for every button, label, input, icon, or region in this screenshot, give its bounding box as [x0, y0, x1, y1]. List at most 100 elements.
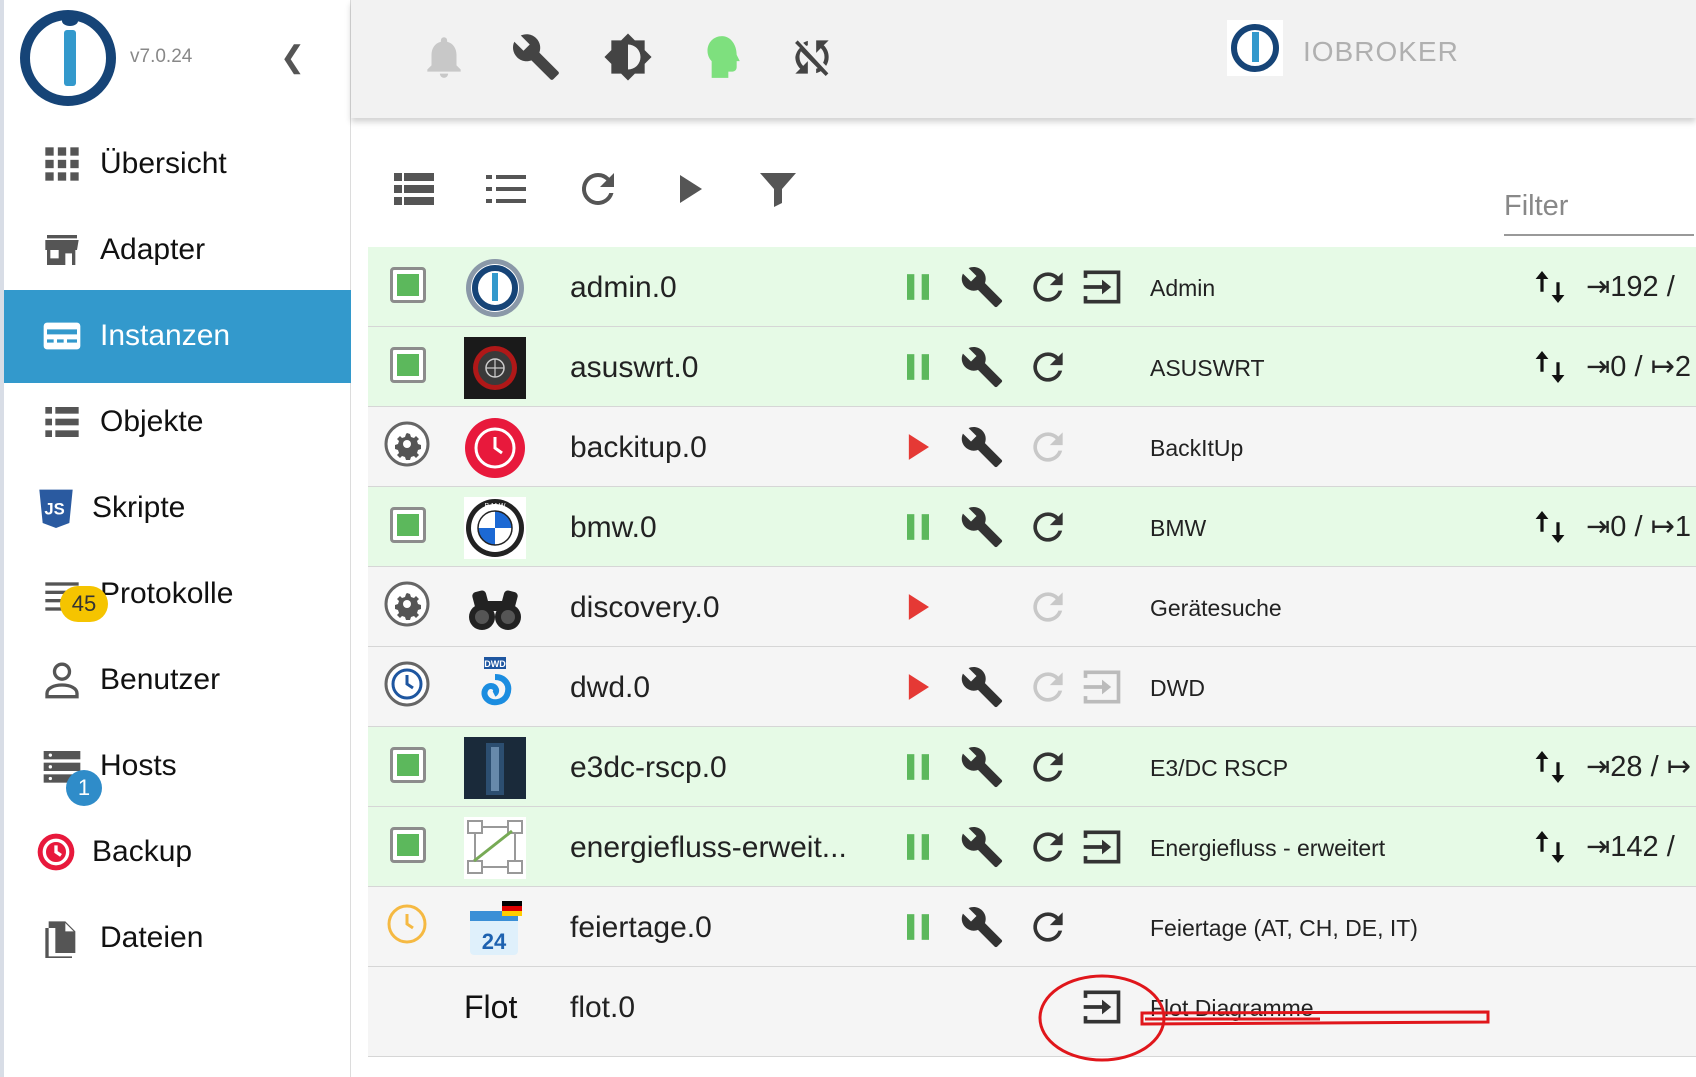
instance-row-dwd: DWD dwd.0 DWD — [368, 647, 1696, 727]
sidebar-item-backup[interactable]: Backup — [4, 806, 351, 899]
view-list-icon[interactable] — [390, 165, 438, 213]
wrench-icon[interactable] — [960, 505, 1004, 549]
format-list-icon[interactable] — [482, 165, 530, 213]
pause-icon[interactable] — [896, 265, 940, 309]
pause-icon[interactable] — [896, 345, 940, 389]
wrench-icon[interactable] — [960, 345, 1004, 389]
instance-name: energiefluss-erweit... — [570, 831, 847, 864]
instance-row-admin: admin.0 Admin ⇥192 / — [368, 247, 1696, 327]
status-running-icon[interactable] — [390, 747, 426, 783]
connection-arrows-icon — [1535, 751, 1565, 783]
schedule-status-icon[interactable] — [384, 901, 430, 947]
instance-row-feiertage: 24 feiertage.0 Feiertage (AT, CH, DE, IT… — [368, 887, 1696, 967]
sidebar-item-label: Protokolle — [100, 577, 234, 610]
gear-status-icon[interactable] — [384, 421, 430, 467]
top-bar: IOBROKER — [351, 0, 1696, 118]
sync-disabled-icon[interactable] — [787, 32, 837, 82]
version-label: v7.0.24 — [130, 46, 193, 67]
sidebar-item-benutzer[interactable]: Benutzer — [4, 634, 351, 727]
backup-icon — [37, 833, 75, 871]
instance-title: Feiertage (AT, CH, DE, IT) — [1150, 915, 1418, 941]
brightness-icon[interactable] — [603, 32, 653, 82]
restart-icon[interactable] — [1026, 265, 1070, 309]
restart-icon[interactable] — [1026, 825, 1070, 869]
sidebar-item-label: Instanzen — [100, 319, 231, 352]
list-icon — [45, 407, 79, 437]
calendar-day: 24 — [482, 929, 507, 954]
wrench-icon[interactable] — [960, 745, 1004, 789]
sidebar-item-protokolle[interactable]: Protokolle — [4, 548, 351, 641]
wrench-icon[interactable] — [960, 265, 1004, 309]
expert-mode-icon[interactable] — [695, 32, 745, 82]
sidebar-item-objekte[interactable]: Objekte — [4, 376, 351, 469]
pause-icon[interactable] — [896, 825, 940, 869]
instance-name: dwd.0 — [570, 671, 651, 704]
bmw-adapter-icon: B M W — [464, 497, 526, 559]
play-icon[interactable] — [896, 425, 940, 469]
filter-input[interactable]: Filter — [1504, 190, 1694, 236]
instance-events: ⇥0 / ↦1 — [1586, 511, 1692, 543]
open-link-icon[interactable] — [1080, 265, 1124, 309]
gear-status-icon[interactable] — [384, 581, 430, 627]
instance-title: Gerätesuche — [1150, 595, 1282, 621]
sidebar-item-adapter[interactable]: Adapter — [4, 204, 351, 297]
filter-icon[interactable] — [754, 165, 802, 213]
chevron-left-icon[interactable]: ❮ — [280, 40, 305, 75]
restart-icon[interactable] — [1026, 505, 1070, 549]
pause-icon[interactable] — [896, 505, 940, 549]
open-link-icon[interactable] — [1080, 825, 1124, 869]
sidebar-item-label: Hosts — [100, 749, 177, 782]
energiefluss-adapter-icon — [464, 817, 526, 879]
restart-icon[interactable] — [1026, 425, 1070, 469]
instance-events: ⇥192 / — [1586, 271, 1675, 303]
instance-name: asuswrt.0 — [570, 351, 699, 384]
sidebar: v7.0.24 ❮ Übersicht Adapter Instanzen Ob… — [0, 0, 351, 1077]
play-icon[interactable] — [666, 165, 714, 213]
asuswrt-adapter-icon — [464, 337, 526, 399]
instance-title: BackItUp — [1150, 435, 1244, 461]
hosts-count-badge: 1 — [66, 770, 102, 806]
restart-icon[interactable] — [1026, 745, 1070, 789]
wrench-icon[interactable] — [511, 32, 561, 82]
wrench-icon[interactable] — [960, 665, 1004, 709]
refresh-icon[interactable] — [574, 165, 622, 213]
bell-icon[interactable] — [419, 32, 469, 82]
status-running-icon[interactable] — [390, 827, 426, 863]
schedule-status-icon[interactable] — [384, 661, 430, 707]
instance-name: bmw.0 — [570, 511, 657, 544]
restart-icon[interactable] — [1026, 585, 1070, 629]
flot-adapter-icon: Flot — [464, 989, 518, 1025]
sidebar-item-instanzen[interactable]: Instanzen — [4, 290, 351, 383]
grid-icon — [45, 147, 79, 181]
instance-row-asuswrt: asuswrt.0 ASUSWRT ⇥0 / ↦2 — [368, 327, 1696, 407]
dwd-adapter-icon: DWD — [481, 657, 512, 706]
instance-name: e3dc-rscp.0 — [570, 751, 727, 784]
status-running-icon[interactable] — [390, 507, 426, 543]
sidebar-item-skripte[interactable]: JS Skripte — [4, 462, 351, 555]
status-running-icon[interactable] — [390, 347, 426, 383]
files-icon — [45, 921, 76, 958]
svg-text:JS: JS — [44, 500, 64, 519]
play-icon[interactable] — [896, 665, 940, 709]
sidebar-item-label: Skripte — [92, 491, 186, 524]
pause-icon[interactable] — [896, 905, 940, 949]
pause-icon[interactable] — [896, 745, 940, 789]
calendar-adapter-icon: 24 — [470, 901, 522, 955]
play-icon[interactable] — [896, 585, 940, 629]
open-link-icon[interactable] — [1080, 665, 1124, 709]
restart-icon[interactable] — [1026, 345, 1070, 389]
sidebar-item-label: Benutzer — [100, 663, 221, 696]
sidebar-item-dateien[interactable]: Dateien — [4, 892, 351, 985]
wrench-icon[interactable] — [960, 905, 1004, 949]
restart-icon[interactable] — [1026, 665, 1070, 709]
status-running-icon[interactable] — [390, 267, 426, 303]
sidebar-item-hosts[interactable]: Hosts — [4, 720, 351, 813]
iobroker-host-logo — [1227, 20, 1283, 76]
restart-icon[interactable] — [1026, 905, 1070, 949]
wrench-icon[interactable] — [960, 825, 1004, 869]
instance-name: flot.0 — [570, 991, 636, 1024]
connection-arrows-icon — [1535, 831, 1565, 863]
wrench-icon[interactable] — [960, 425, 1004, 469]
user-icon — [45, 662, 79, 699]
sidebar-item-uebersicht[interactable]: Übersicht — [4, 118, 351, 211]
